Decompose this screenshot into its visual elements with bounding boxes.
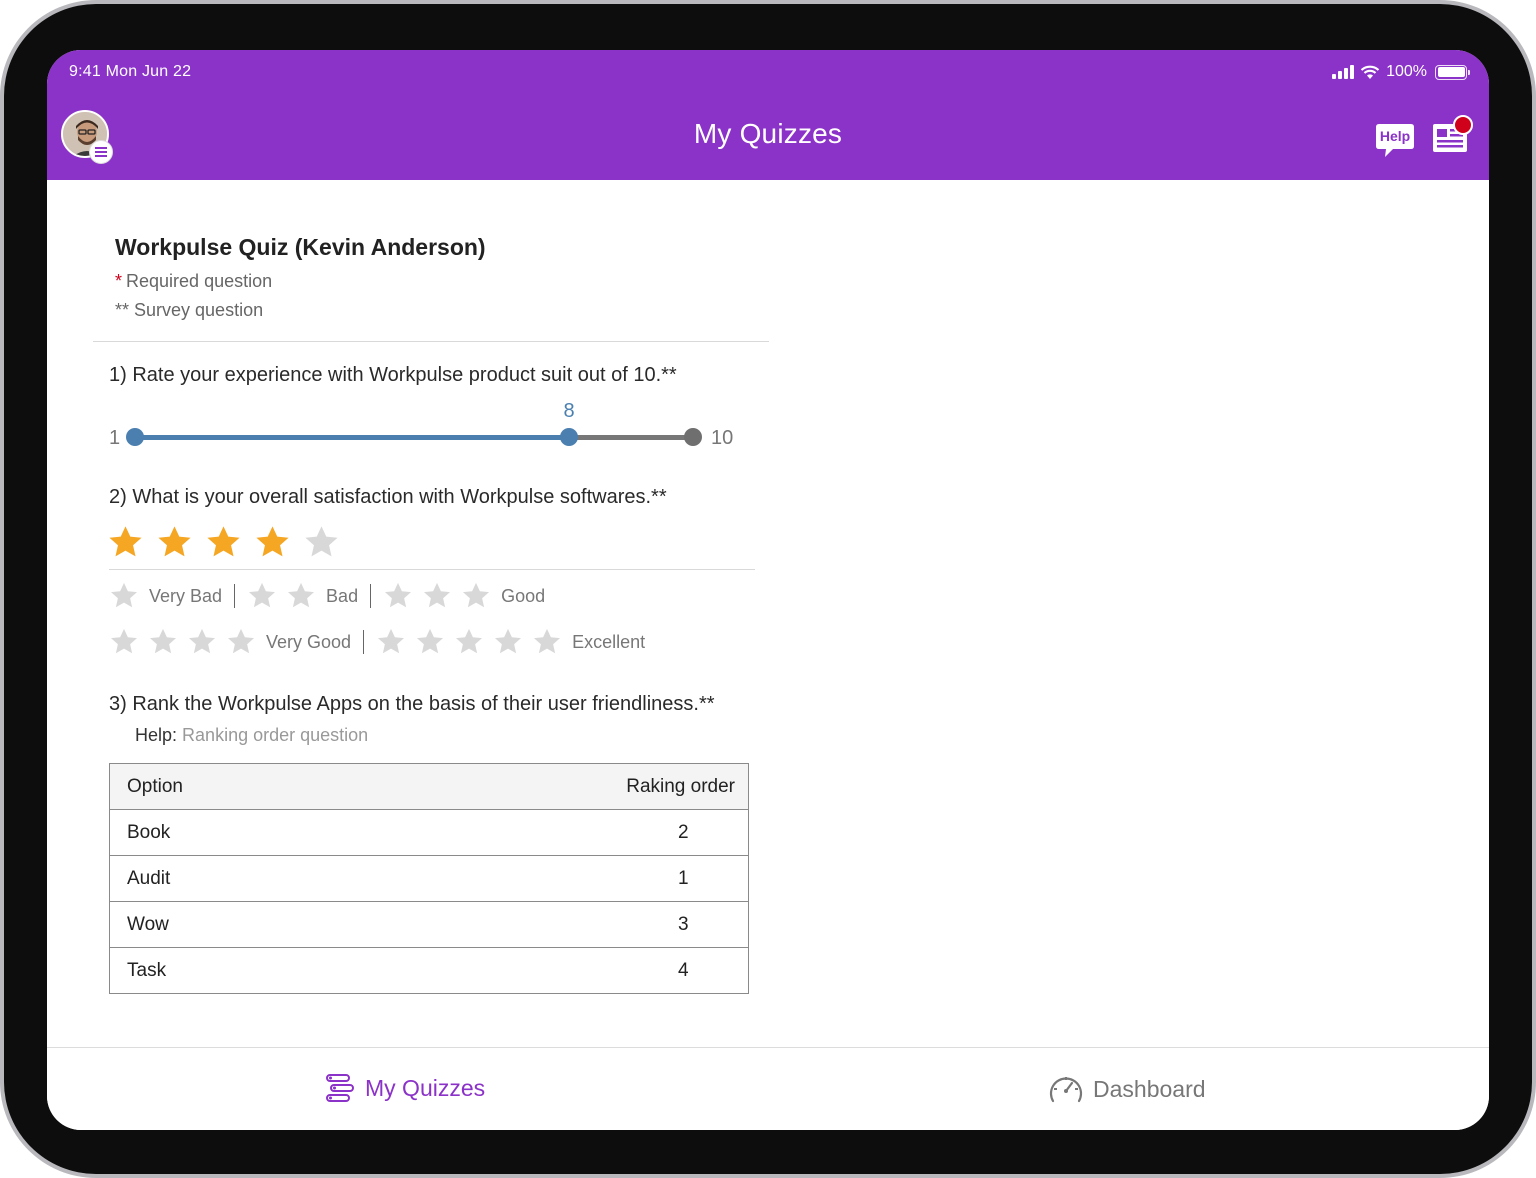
legend-star-icon <box>111 582 137 608</box>
required-legend: * Required question <box>115 271 272 292</box>
rating-legend-label: Very Bad <box>149 585 223 606</box>
question-3-text: 3) Rank the Workpulse Apps on the basis … <box>109 693 715 715</box>
tab-dashboard-label: Dashboard <box>1093 1075 1206 1102</box>
slider-min-knob <box>126 428 144 446</box>
star-rating[interactable] <box>107 524 340 561</box>
survey-legend: ** Survey question <box>115 300 264 320</box>
star-filled-icon[interactable] <box>254 524 291 561</box>
slider-max-label: 10 <box>711 427 734 449</box>
legend-separator <box>234 584 236 608</box>
legend-star-icon <box>463 582 490 608</box>
help-text: Ranking order question <box>182 725 369 745</box>
rank-cell[interactable]: 4 <box>618 947 749 994</box>
section-divider <box>93 341 769 342</box>
app-header: 9:41 Mon Jun 22 100% My Quizzes Help <box>47 50 1489 180</box>
ranking-table-header: Option Raking order <box>109 763 749 810</box>
question-1-text: 1) Rate your experience with Workpulse p… <box>109 364 677 386</box>
rating-legend-label: Good <box>501 585 546 606</box>
star-empty-icon[interactable] <box>303 524 340 561</box>
slider-track-fill <box>135 435 569 440</box>
speedometer-icon <box>1049 1077 1083 1103</box>
table-row[interactable]: Book 2 <box>109 809 749 856</box>
legend-star-icon <box>111 628 137 654</box>
required-marker: * <box>115 271 123 291</box>
bottom-tab-bar: My Quizzes Dashboard <box>47 1047 1489 1130</box>
legend-star-icon <box>385 582 412 608</box>
tab-my-quizzes-label: My Quizzes <box>365 1074 486 1101</box>
star-filled-icon[interactable] <box>205 524 242 561</box>
rating-legend-row-2: Very Good Excellent <box>109 627 657 657</box>
slider-value-label: 8 <box>563 400 575 422</box>
help-prefix: Help: <box>135 725 178 745</box>
ranking-table: Option Raking order Book 2 Audit 1 Wow 3… <box>109 763 749 994</box>
battery-percentage: 100% <box>1386 63 1427 80</box>
legend-star-icon <box>150 628 176 654</box>
column-header-option: Option <box>109 763 619 810</box>
legend-star-icon <box>378 628 405 654</box>
rating-legend-label: Very Good <box>266 631 352 652</box>
status-time: 9:41 Mon Jun 22 <box>69 63 192 80</box>
slider-min-label: 1 <box>109 427 121 449</box>
slider-max-knob <box>684 428 702 446</box>
legend-separator <box>370 584 372 608</box>
option-cell: Audit <box>109 855 619 902</box>
quiz-list-icon <box>326 1074 354 1102</box>
legend-star-icon <box>424 582 451 608</box>
app-screen: 9:41 Mon Jun 22 100% My Quizzes Help Wor… <box>47 50 1489 1130</box>
rating-legend-label: Bad <box>326 585 359 606</box>
option-cell: Book <box>109 809 619 856</box>
notification-badge <box>1453 115 1473 135</box>
legend-star-icon <box>228 628 254 654</box>
status-indicators: 100% <box>1332 62 1470 82</box>
help-button-label: Help <box>1379 128 1411 144</box>
legend-star-icon <box>417 628 444 654</box>
star-filled-icon[interactable] <box>107 524 144 561</box>
rating-legend-label: Excellent <box>572 631 646 652</box>
table-row[interactable]: Task 4 <box>109 947 749 994</box>
slider-thumb[interactable] <box>560 428 578 446</box>
tab-dashboard[interactable]: Dashboard <box>1047 1072 1206 1106</box>
legend-star-icon <box>456 628 483 654</box>
legend-star-icon <box>495 628 522 654</box>
legend-star-icon <box>534 628 561 654</box>
rating-legend-row-1: Very Bad Bad Good <box>109 581 557 611</box>
quiz-title: Workpulse Quiz (Kevin Anderson) <box>115 234 486 260</box>
legend-separator <box>363 630 365 654</box>
cellular-signal-icon <box>1332 65 1355 79</box>
table-row[interactable]: Audit 1 <box>109 855 749 902</box>
table-row[interactable]: Wow 3 <box>109 901 749 948</box>
rank-cell[interactable]: 1 <box>618 855 749 902</box>
column-header-rank: Raking order <box>618 763 749 810</box>
legend-star-icon <box>189 628 215 654</box>
rank-cell[interactable]: 2 <box>618 809 749 856</box>
option-cell: Wow <box>109 901 619 948</box>
rank-cell[interactable]: 3 <box>618 901 749 948</box>
battery-icon <box>1435 64 1470 80</box>
wifi-icon <box>1360 65 1380 79</box>
required-legend-text: Required question <box>126 271 273 291</box>
tab-my-quizzes[interactable]: My Quizzes <box>325 1072 485 1104</box>
rating-divider <box>109 569 755 570</box>
question-3-help: Help: Ranking order question <box>135 725 368 746</box>
page-title: My Quizzes <box>693 118 843 149</box>
legend-star-icon <box>249 582 276 608</box>
help-button[interactable]: Help <box>1375 120 1415 160</box>
question-2-text: 2) What is your overall satisfaction wit… <box>109 486 667 508</box>
legend-star-icon <box>288 582 315 608</box>
star-filled-icon[interactable] <box>156 524 193 561</box>
option-cell: Task <box>109 947 619 994</box>
